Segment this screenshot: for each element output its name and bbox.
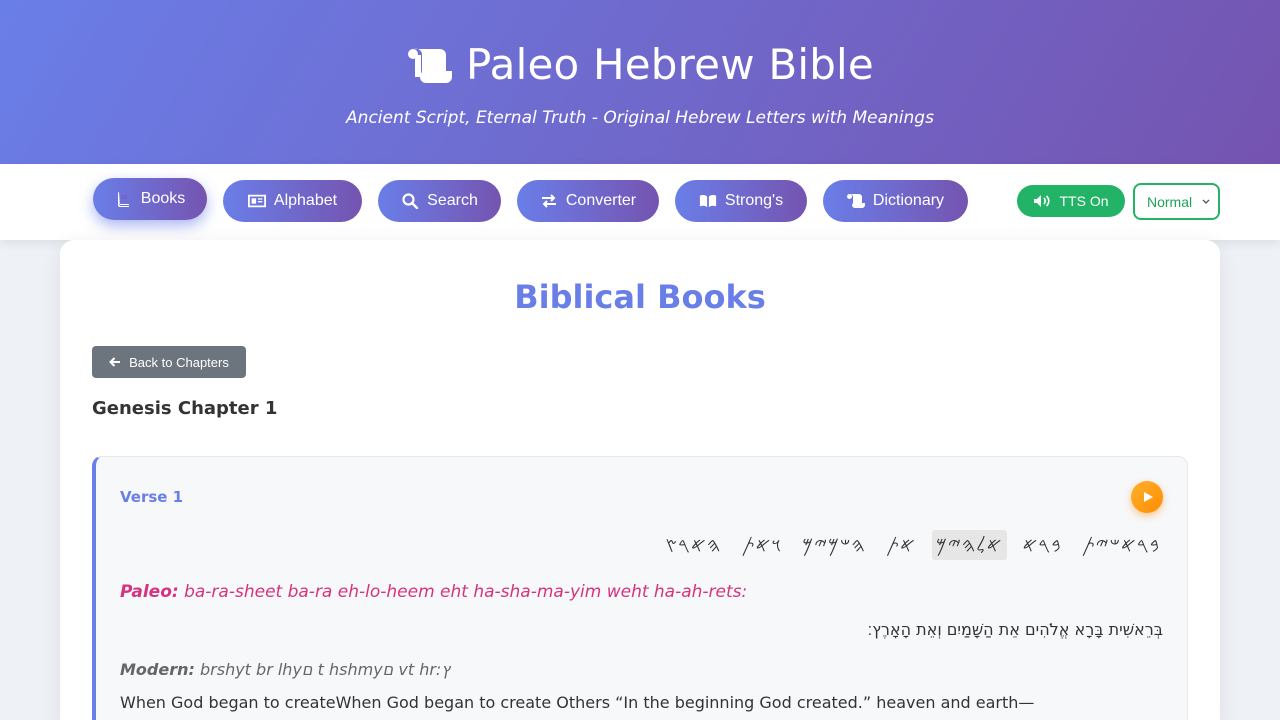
nav-dictionary-button[interactable]: Dictionary xyxy=(823,180,968,222)
page-title: Biblical Books xyxy=(514,278,766,316)
arrow-left-icon xyxy=(109,357,121,367)
volume-icon xyxy=(1034,195,1051,207)
modern-translit-text: brshyt br lhyם t hshmyם vt hr:ץ xyxy=(200,660,450,679)
nav-label: Books xyxy=(140,190,186,207)
chapter-title: Genesis Chapter 1 xyxy=(92,398,278,419)
nav-strongs-button[interactable]: Strong's xyxy=(675,180,807,222)
title-row: Paleo Hebrew Bible xyxy=(0,40,1280,89)
paleo-translit-text: ba-ra-sheet ba-ra eh-lo-heem eht ha-sha-… xyxy=(184,582,748,602)
paleo-word[interactable]: 𐤁𐤓𐤀𐤔𐤉𐤕 xyxy=(1078,530,1164,560)
paleo-word[interactable]: 𐤁𐤓𐤀 xyxy=(1019,530,1066,560)
paleo-word[interactable]: 𐤄𐤀𐤓𐤑 xyxy=(661,530,725,560)
chevron-down-icon xyxy=(1202,199,1210,204)
app-header: Paleo Hebrew Bible Ancient Script, Etern… xyxy=(0,0,1280,164)
back-to-chapters-button[interactable]: Back to Chapters xyxy=(92,346,246,378)
nav-search-button[interactable]: Search xyxy=(378,180,501,222)
app-title: Paleo Hebrew Bible xyxy=(466,40,874,89)
scroll-icon xyxy=(408,48,453,83)
modern-prefix: Modern: xyxy=(120,660,195,679)
speed-select[interactable]: Normal xyxy=(1133,183,1220,220)
nav-books-button[interactable]: Books xyxy=(93,178,207,220)
scroll-icon xyxy=(846,194,865,208)
play-icon xyxy=(1144,492,1153,502)
hebrew-text: בְּרֵאשִׁית בָּרָא אֱלֹהִים אֵת הַשָּׁמַ… xyxy=(867,620,1164,639)
paleo-word[interactable]: 𐤀𐤕 xyxy=(882,530,920,560)
paleo-prefix: Paleo: xyxy=(120,582,179,602)
exchange-icon xyxy=(541,194,556,208)
search-icon xyxy=(402,193,419,209)
paleo-word-highlighted[interactable]: 𐤀𐤋𐤄𐤉𐤌 xyxy=(931,530,1007,560)
nav-alphabet-button[interactable]: Alphabet xyxy=(223,180,362,222)
id-card-icon xyxy=(247,194,266,208)
modern-transliteration: Modern: brshyt br lhyם t hshmyם vt hr:ץ xyxy=(120,660,450,679)
tts-label: TTS On xyxy=(1059,193,1109,209)
paleo-script-line: 𐤁𐤓𐤀𐤔𐤉𐤕 𐤁𐤓𐤀 𐤀𐤋𐤄𐤉𐤌 𐤀𐤕 𐤄𐤔𐤌𐤉𐤌 𐤅𐤀𐤕 𐤄𐤀𐤓𐤑 xyxy=(661,530,1164,560)
open-book-icon xyxy=(699,195,716,208)
paleo-word[interactable]: 𐤅𐤀𐤕 xyxy=(737,530,786,560)
verse-label: Verse 1 xyxy=(120,488,184,506)
english-translation: When God began to createWhen God began t… xyxy=(120,693,1035,712)
play-verse-button[interactable] xyxy=(1131,481,1163,513)
nav-label: Dictionary xyxy=(872,192,945,209)
tts-toggle-button[interactable]: TTS On xyxy=(1017,185,1125,217)
nav-label: Strong's xyxy=(724,192,784,209)
book-icon xyxy=(117,192,129,207)
nav-label: Search xyxy=(427,192,478,209)
speed-value: Normal xyxy=(1147,193,1193,210)
nav-label: Converter xyxy=(565,192,637,209)
nav-converter-button[interactable]: Converter xyxy=(517,180,659,222)
paleo-word[interactable]: 𐤄𐤔𐤌𐤉𐤌 xyxy=(798,530,870,560)
nav-label: Alphabet xyxy=(273,192,338,209)
app-subtitle: Ancient Script, Eternal Truth - Original… xyxy=(346,108,934,128)
paleo-transliteration: Paleo: ba-ra-sheet ba-ra eh-lo-heem eht … xyxy=(120,582,747,602)
back-label: Back to Chapters xyxy=(129,354,229,370)
